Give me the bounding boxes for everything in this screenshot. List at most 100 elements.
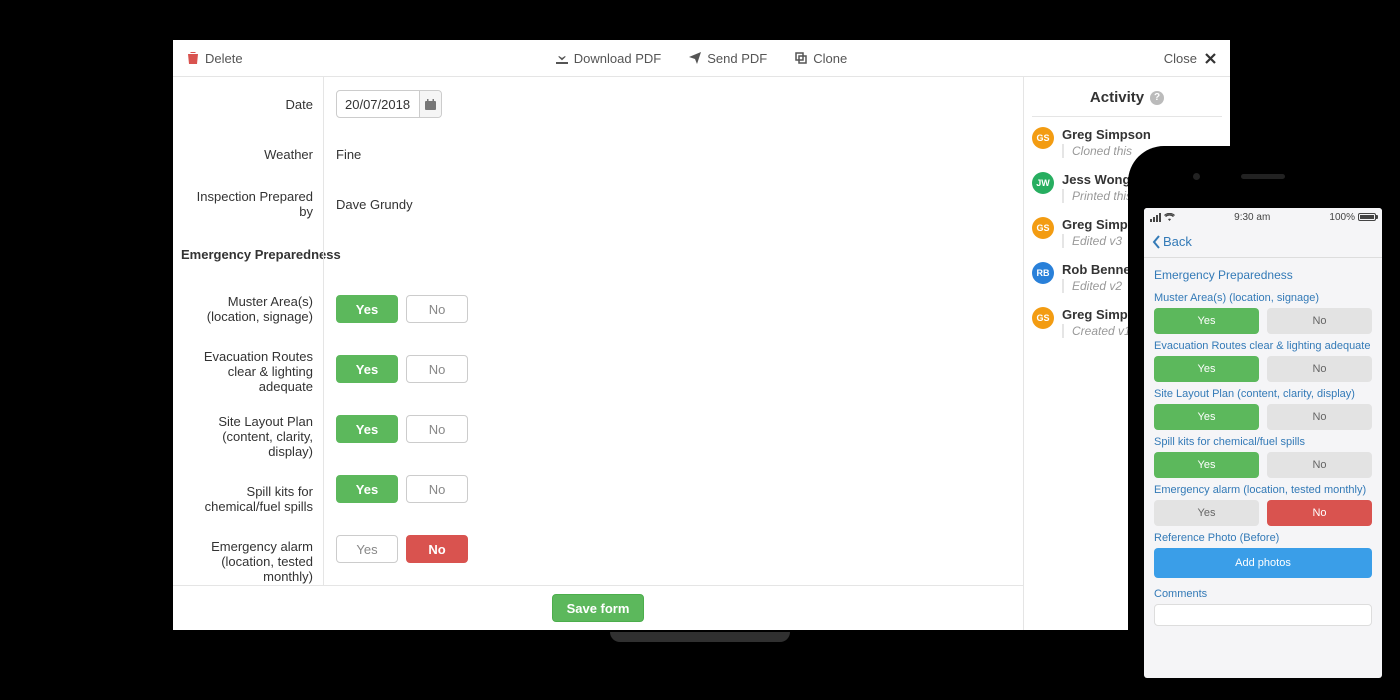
- phone-item-label: Evacuation Routes clear & lighting adequ…: [1154, 340, 1372, 352]
- phone-toggle-no[interactable]: No: [1267, 404, 1372, 430]
- wifi-icon: [1164, 213, 1175, 221]
- label-spill: Spill kits for chemical/fuel spills: [183, 479, 313, 519]
- phone-toggle: Yes No: [1154, 404, 1372, 430]
- phone-camera: [1193, 173, 1200, 180]
- avatar: RB: [1032, 262, 1054, 284]
- label-weather: Weather: [183, 139, 313, 169]
- label-date: Date: [183, 89, 313, 119]
- toggle-layout: Yes No: [336, 415, 468, 443]
- trash-icon: [187, 51, 199, 65]
- toggle-spill-yes[interactable]: Yes: [336, 475, 398, 503]
- send-pdf-button[interactable]: Send PDF: [689, 51, 767, 66]
- phone-back-button[interactable]: Back: [1152, 234, 1192, 249]
- phone-toggle: Yes No: [1154, 500, 1372, 526]
- toggle-evac-no[interactable]: No: [406, 355, 468, 383]
- toggle-muster-no[interactable]: No: [406, 295, 468, 323]
- activity-user: Greg Simpson: [1062, 127, 1151, 142]
- phone-add-photos-button[interactable]: Add photos: [1154, 548, 1372, 578]
- send-icon: [689, 52, 701, 64]
- phone-toggle: Yes No: [1154, 308, 1372, 334]
- clone-button[interactable]: Clone: [795, 51, 847, 66]
- phone-content: Emergency Preparedness Muster Area(s) (l…: [1144, 258, 1382, 626]
- toggle-muster: Yes No: [336, 295, 468, 323]
- help-icon[interactable]: ?: [1150, 91, 1164, 105]
- toolbar: Delete Download PDF Send PDF Clone Close: [173, 40, 1230, 77]
- phone-frame: 9:30 am 100% Back Emergency Preparedness…: [1128, 146, 1398, 694]
- app-window: Delete Download PDF Send PDF Clone Close: [173, 40, 1230, 630]
- toggle-evac-yes[interactable]: Yes: [336, 355, 398, 383]
- phone-item-label: Spill kits for chemical/fuel spills: [1154, 436, 1372, 448]
- phone-item-label: Emergency alarm (location, tested monthl…: [1154, 484, 1372, 496]
- avatar: GS: [1032, 217, 1054, 239]
- phone-item-label: Site Layout Plan (content, clarity, disp…: [1154, 388, 1372, 400]
- date-input[interactable]: 20/07/2018: [336, 90, 442, 118]
- download-pdf-label: Download PDF: [574, 51, 661, 66]
- close-icon: [1205, 53, 1216, 64]
- phone-section-heading: Emergency Preparedness: [1154, 268, 1372, 282]
- toggle-alarm: Yes No: [336, 535, 468, 563]
- phone-screen: 9:30 am 100% Back Emergency Preparedness…: [1144, 208, 1382, 678]
- delete-label: Delete: [205, 51, 243, 66]
- chevron-left-icon: [1152, 235, 1161, 249]
- phone-comments-input[interactable]: [1154, 604, 1372, 626]
- form-footer: Save form: [173, 585, 1023, 630]
- phone-toggle-yes[interactable]: Yes: [1154, 308, 1259, 334]
- phone-toggle-yes[interactable]: Yes: [1154, 356, 1259, 382]
- save-form-button[interactable]: Save form: [552, 594, 645, 622]
- form-area: Date Weather Inspection Prepared by Emer…: [173, 77, 1023, 630]
- close-button[interactable]: Close: [1164, 51, 1216, 66]
- phone-toggle-no[interactable]: No: [1267, 452, 1372, 478]
- phone-toggle-no[interactable]: No: [1267, 500, 1372, 526]
- label-evac: Evacuation Routes clear & lighting adequ…: [183, 349, 313, 394]
- phone-toggle: Yes No: [1154, 356, 1372, 382]
- prepared-by-value: Dave Grundy: [336, 197, 413, 212]
- toggle-spill-no[interactable]: No: [406, 475, 468, 503]
- clone-icon: [795, 52, 807, 64]
- calendar-icon[interactable]: [419, 91, 441, 117]
- phone-comments-label: Comments: [1154, 588, 1372, 600]
- download-pdf-button[interactable]: Download PDF: [556, 51, 661, 66]
- avatar: JW: [1032, 172, 1054, 194]
- clone-label: Clone: [813, 51, 847, 66]
- fields-column: 20/07/2018 Fine Dave Grundy Yes No: [323, 77, 1023, 585]
- activity-user: Jess Wong: [1062, 172, 1132, 187]
- avatar: GS: [1032, 307, 1054, 329]
- labels-column: Date Weather Inspection Prepared by Emer…: [173, 77, 323, 585]
- close-label: Close: [1164, 51, 1197, 66]
- phone-time: 9:30 am: [1234, 212, 1270, 223]
- phone-item-label: Muster Area(s) (location, signage): [1154, 292, 1372, 304]
- signal-icon: [1150, 213, 1161, 222]
- toggle-layout-yes[interactable]: Yes: [336, 415, 398, 443]
- toggle-alarm-yes[interactable]: Yes: [336, 535, 398, 563]
- activity-title: Activity ?: [1032, 89, 1222, 106]
- send-pdf-label: Send PDF: [707, 51, 767, 66]
- toggle-layout-no[interactable]: No: [406, 415, 468, 443]
- toggle-muster-yes[interactable]: Yes: [336, 295, 398, 323]
- phone-toggle: Yes No: [1154, 452, 1372, 478]
- toggle-spill: Yes No: [336, 475, 468, 503]
- phone-ref-photo-label: Reference Photo (Before): [1154, 532, 1372, 544]
- toggle-alarm-no[interactable]: No: [406, 535, 468, 563]
- phone-battery-pct: 100%: [1329, 212, 1355, 223]
- weather-value: Fine: [336, 147, 361, 162]
- label-prepared-by: Inspection Prepared by: [183, 189, 313, 219]
- label-muster: Muster Area(s) (location, signage): [183, 289, 313, 329]
- date-value: 20/07/2018: [345, 97, 410, 112]
- toggle-evac: Yes No: [336, 355, 468, 383]
- label-alarm: Emergency alarm (location, tested monthl…: [183, 539, 313, 584]
- avatar: GS: [1032, 127, 1054, 149]
- activity-meta: Printed this: [1062, 189, 1132, 203]
- battery-icon: [1358, 213, 1376, 221]
- phone-toggle-no[interactable]: No: [1267, 356, 1372, 382]
- phone-statusbar: 9:30 am 100%: [1144, 208, 1382, 226]
- phone-toggle-yes[interactable]: Yes: [1154, 452, 1259, 478]
- phone-navbar: Back: [1144, 226, 1382, 258]
- delete-button[interactable]: Delete: [187, 51, 243, 66]
- phone-toggle-yes[interactable]: Yes: [1154, 500, 1259, 526]
- phone-toggle-no[interactable]: No: [1267, 308, 1372, 334]
- phone-speaker: [1241, 174, 1285, 179]
- label-layout: Site Layout Plan (content, clarity, disp…: [183, 414, 313, 459]
- laptop-notch: [610, 632, 790, 642]
- phone-toggle-yes[interactable]: Yes: [1154, 404, 1259, 430]
- download-icon: [556, 52, 568, 64]
